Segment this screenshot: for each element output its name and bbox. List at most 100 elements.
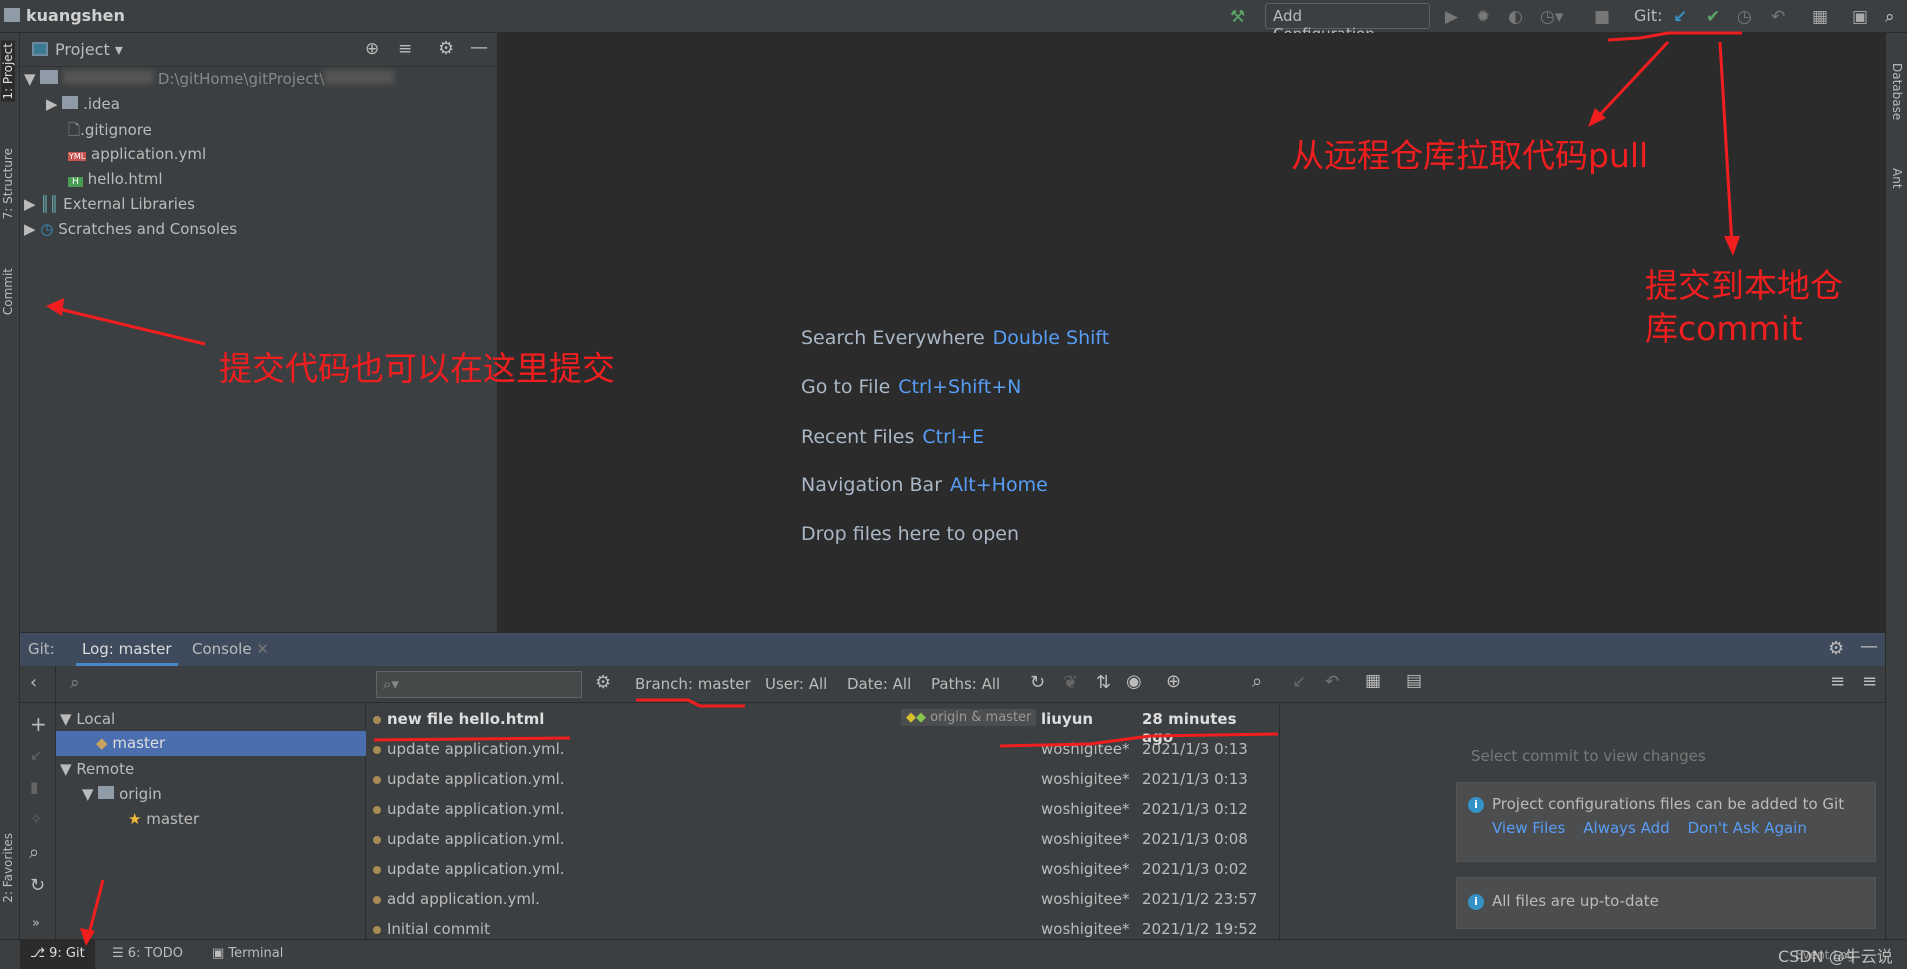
project-view-icon [32, 42, 48, 56]
commit-row[interactable]: update application.yml. woshigitee* 2021… [366, 765, 1269, 795]
branch-remote-origin[interactable]: ▼ origin [82, 785, 162, 803]
project-panel: Project ▾ ⊕ ≡ ⚙ — ▼ D:\gitHome\gitProjec… [20, 33, 497, 632]
commit-node [373, 746, 381, 754]
commit-row[interactable]: update application.yml. woshigitee* 2021… [366, 795, 1269, 825]
tab-log-master[interactable]: Log: master [76, 640, 178, 666]
tab-commit[interactable]: Commit [1, 268, 15, 315]
dont-ask-again-link[interactable]: Don't Ask Again [1688, 819, 1807, 837]
tree-label: hello.html [87, 170, 163, 188]
project-view-dropdown[interactable]: Project ▾ [55, 40, 123, 59]
git-tool-window-header: Git: Log: master Console ✕ ⚙ — [20, 632, 1885, 666]
add-configuration-button[interactable]: Add Configuration... [1265, 3, 1430, 43]
delete-icon[interactable]: ▮ [30, 778, 38, 796]
tab-ant[interactable]: Ant [1890, 168, 1904, 189]
gear-icon[interactable]: ⚙ [1828, 638, 1844, 659]
always-add-link[interactable]: Always Add [1583, 819, 1669, 837]
commit-node [373, 806, 381, 814]
git-history-icon[interactable]: ◷ [1737, 7, 1752, 27]
log-settings-gear-icon[interactable]: ⚙ [595, 672, 611, 693]
tree-item-hello-html[interactable]: H hello.html [68, 170, 162, 188]
compare-icon[interactable]: ✧ [30, 810, 43, 828]
refresh-icon[interactable]: ↻ [1030, 672, 1045, 693]
run-icon[interactable]: ▶ [1445, 7, 1458, 27]
info-icon: i [1468, 893, 1484, 910]
view-files-link[interactable]: View Files [1492, 819, 1565, 837]
git-commit-check-icon[interactable]: ✔ [1706, 7, 1720, 27]
layout-icon[interactable]: ▤ [1406, 671, 1422, 691]
tab-favorites[interactable]: 2: Favorites [1, 833, 15, 903]
close-icon[interactable]: ✕ [256, 640, 269, 658]
minimize-icon[interactable]: — [470, 37, 488, 58]
debug-icon[interactable]: ✹ [1476, 7, 1490, 27]
add-icon[interactable]: + [30, 712, 47, 736]
tool-terminal[interactable]: ▣ Terminal [212, 946, 283, 961]
search-icon[interactable]: ⌕ [1252, 671, 1262, 692]
coverage-icon[interactable]: ◐ [1508, 7, 1523, 27]
expand-all-icon[interactable]: ≡ [1830, 671, 1845, 692]
project-structure-icon[interactable]: ▦ [1812, 7, 1828, 27]
branch-group-remote[interactable]: ▼ Remote [60, 760, 134, 778]
new-tab-icon[interactable]: ⊕ [1166, 671, 1181, 692]
commit-row[interactable]: add application.yml. woshigitee* 2021/1/… [366, 885, 1269, 915]
branch-group-local[interactable]: ▼ Local [60, 710, 115, 728]
run-anything-icon[interactable]: ▣ [1852, 7, 1868, 27]
commit-row[interactable]: update application.yml. woshigitee* 2021… [366, 855, 1269, 885]
tree-root[interactable]: ▼ D:\gitHome\gitProject\ [24, 70, 395, 88]
back-chevron-icon[interactable]: ‹ [30, 672, 37, 693]
git-update-pull-icon[interactable]: ↙ [1673, 7, 1687, 27]
commit-row[interactable]: new file hello.html ◆◆ origin & master l… [366, 705, 1269, 746]
git-log-toolbar: ⌕ ⌕▾ ⚙ Branch: master User: All Date: Al… [20, 666, 1885, 703]
profile-icon[interactable]: ◷▾ [1540, 7, 1563, 27]
search-icon[interactable]: ⌕ [29, 842, 39, 863]
commit-row[interactable]: update application.yml. woshigitee* 2021… [366, 735, 1269, 765]
notification-text: All files are up-to-date [1492, 892, 1659, 910]
minimize-icon[interactable]: — [1860, 636, 1878, 657]
collapse-all-icon[interactable]: ≡ [1862, 671, 1877, 692]
tool-todo[interactable]: ☰ 6: TODO [112, 946, 183, 961]
commit-author: woshigitee* [1041, 860, 1130, 878]
tab-structure[interactable]: 7: Structure [1, 148, 15, 219]
locate-icon[interactable]: ⊕ [365, 39, 379, 59]
cherry-pick-icon[interactable]: ❦ [1063, 672, 1078, 693]
revert-icon[interactable]: ↶ [1325, 672, 1339, 692]
project-panel-header: Project ▾ ⊕ ≡ ⚙ — [20, 33, 497, 67]
tree-item-application-yml[interactable]: YML application.yml [68, 145, 206, 163]
fetch-icon[interactable]: ↻ [30, 875, 45, 896]
commit-row[interactable]: update application.yml. woshigitee* 2021… [366, 825, 1269, 855]
tree-item-idea[interactable]: ▶ .idea [46, 95, 120, 113]
tool-git[interactable]: ⎇ 9: Git [20, 940, 95, 969]
more-icon[interactable]: » [32, 916, 40, 931]
cherry-pick-changes-icon[interactable]: ↙ [1292, 672, 1306, 692]
hint-drop-files: Drop files here to open [801, 523, 1020, 545]
tree-label: application.yml [91, 145, 207, 163]
status-bar: ⎇ 9: Git ☰ 6: TODO ▣ Terminal Event Log … [0, 939, 1907, 969]
paths-filter[interactable]: Paths: All [931, 675, 1000, 693]
stop-icon[interactable]: ■ [1594, 7, 1610, 27]
commit-row[interactable]: Initial commit woshigitee* 2021/1/2 19:5… [366, 915, 1269, 939]
gear-icon[interactable]: ⚙ [438, 38, 454, 59]
search-icon[interactable]: ⌕ [1885, 7, 1895, 27]
tag-icon: ◆ [96, 734, 108, 752]
branch-origin-master[interactable]: ★ master [128, 810, 199, 828]
sort-icon[interactable]: ⇅ [1096, 672, 1111, 693]
tab-project[interactable]: 1: Project [1, 41, 15, 102]
collapse-all-icon[interactable]: ≡ [398, 39, 412, 59]
tree-item-external-libraries[interactable]: ▶ ║║ External Libraries [24, 195, 195, 213]
tree-item-scratches[interactable]: ▶ ◷ Scratches and Consoles [24, 220, 237, 238]
eye-icon[interactable]: ◉ [1126, 671, 1142, 692]
group-by-icon[interactable]: ▦ [1365, 671, 1381, 691]
commit-message: add application.yml. [387, 890, 540, 908]
checkout-icon[interactable]: ↙ [30, 746, 43, 764]
tab-database[interactable]: Database [1890, 63, 1904, 120]
branch-filter[interactable]: Branch: master [635, 675, 751, 693]
build-hammer-icon[interactable]: ⚒ [1230, 7, 1245, 27]
tree-item-gitignore[interactable]: 🗋.gitignore [68, 120, 152, 145]
log-search-input[interactable]: ⌕▾ [376, 671, 582, 698]
git-rollback-icon[interactable]: ↶ [1771, 7, 1785, 27]
date-filter[interactable]: Date: All [847, 675, 911, 693]
branch-local-master[interactable]: ◆ master [56, 731, 366, 756]
user-filter[interactable]: User: All [765, 675, 827, 693]
tab-console[interactable]: Console ✕ [192, 640, 269, 658]
branches-search-icon[interactable]: ⌕ [70, 673, 80, 693]
commit-date: 2021/1/2 23:57 [1142, 890, 1258, 908]
